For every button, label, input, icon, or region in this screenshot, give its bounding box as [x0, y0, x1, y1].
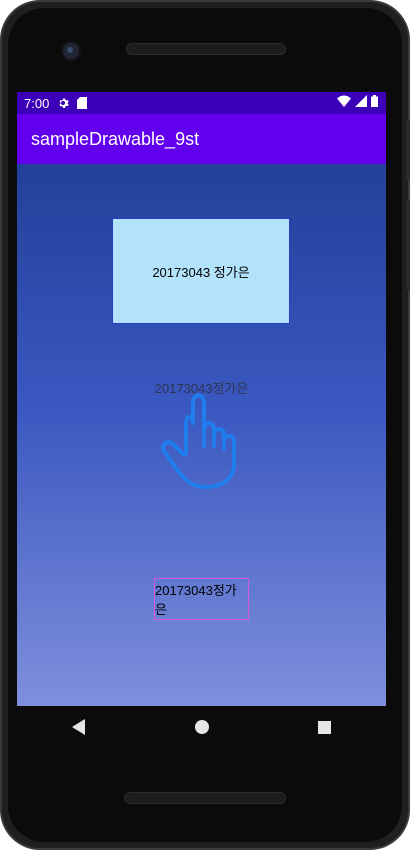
- back-icon: [71, 719, 85, 735]
- signal-icon: [355, 95, 367, 107]
- box1-label: 20173043 정가은: [152, 264, 250, 280]
- home-icon: [194, 720, 209, 734]
- drawable-box-button[interactable]: 20173043 정가은: [112, 218, 290, 324]
- camera-icon: [61, 41, 81, 61]
- power-button: [406, 120, 410, 180]
- device-screen: 7:00 sampleDrawable_9st 20173043 정가은 201…: [17, 92, 386, 706]
- navigation-bar: [17, 706, 386, 748]
- volume-button: [406, 200, 410, 290]
- main-content: 20173043 정가은 20173043정가은 20173043정가은: [17, 164, 386, 706]
- recents-icon: [318, 720, 331, 734]
- hand-pointer-icon: [161, 393, 236, 489]
- app-title: sampleDrawable_9st: [31, 128, 200, 149]
- sd-card-icon: [77, 97, 88, 109]
- recents-button[interactable]: [295, 712, 355, 742]
- back-button[interactable]: [49, 712, 109, 742]
- earpiece-speaker: [126, 43, 286, 55]
- status-time: 7:00: [24, 95, 50, 111]
- wifi-icon: [337, 95, 351, 107]
- status-bar: 7:00: [17, 92, 386, 114]
- battery-icon: [371, 95, 378, 107]
- gear-icon: [59, 98, 70, 108]
- bottom-speaker: [124, 792, 286, 804]
- app-bar: sampleDrawable_9st: [17, 114, 386, 164]
- bordered-text-button[interactable]: 20173043정가은: [154, 578, 249, 620]
- home-button[interactable]: [172, 712, 232, 742]
- box3-label: 20173043정가은: [155, 583, 237, 617]
